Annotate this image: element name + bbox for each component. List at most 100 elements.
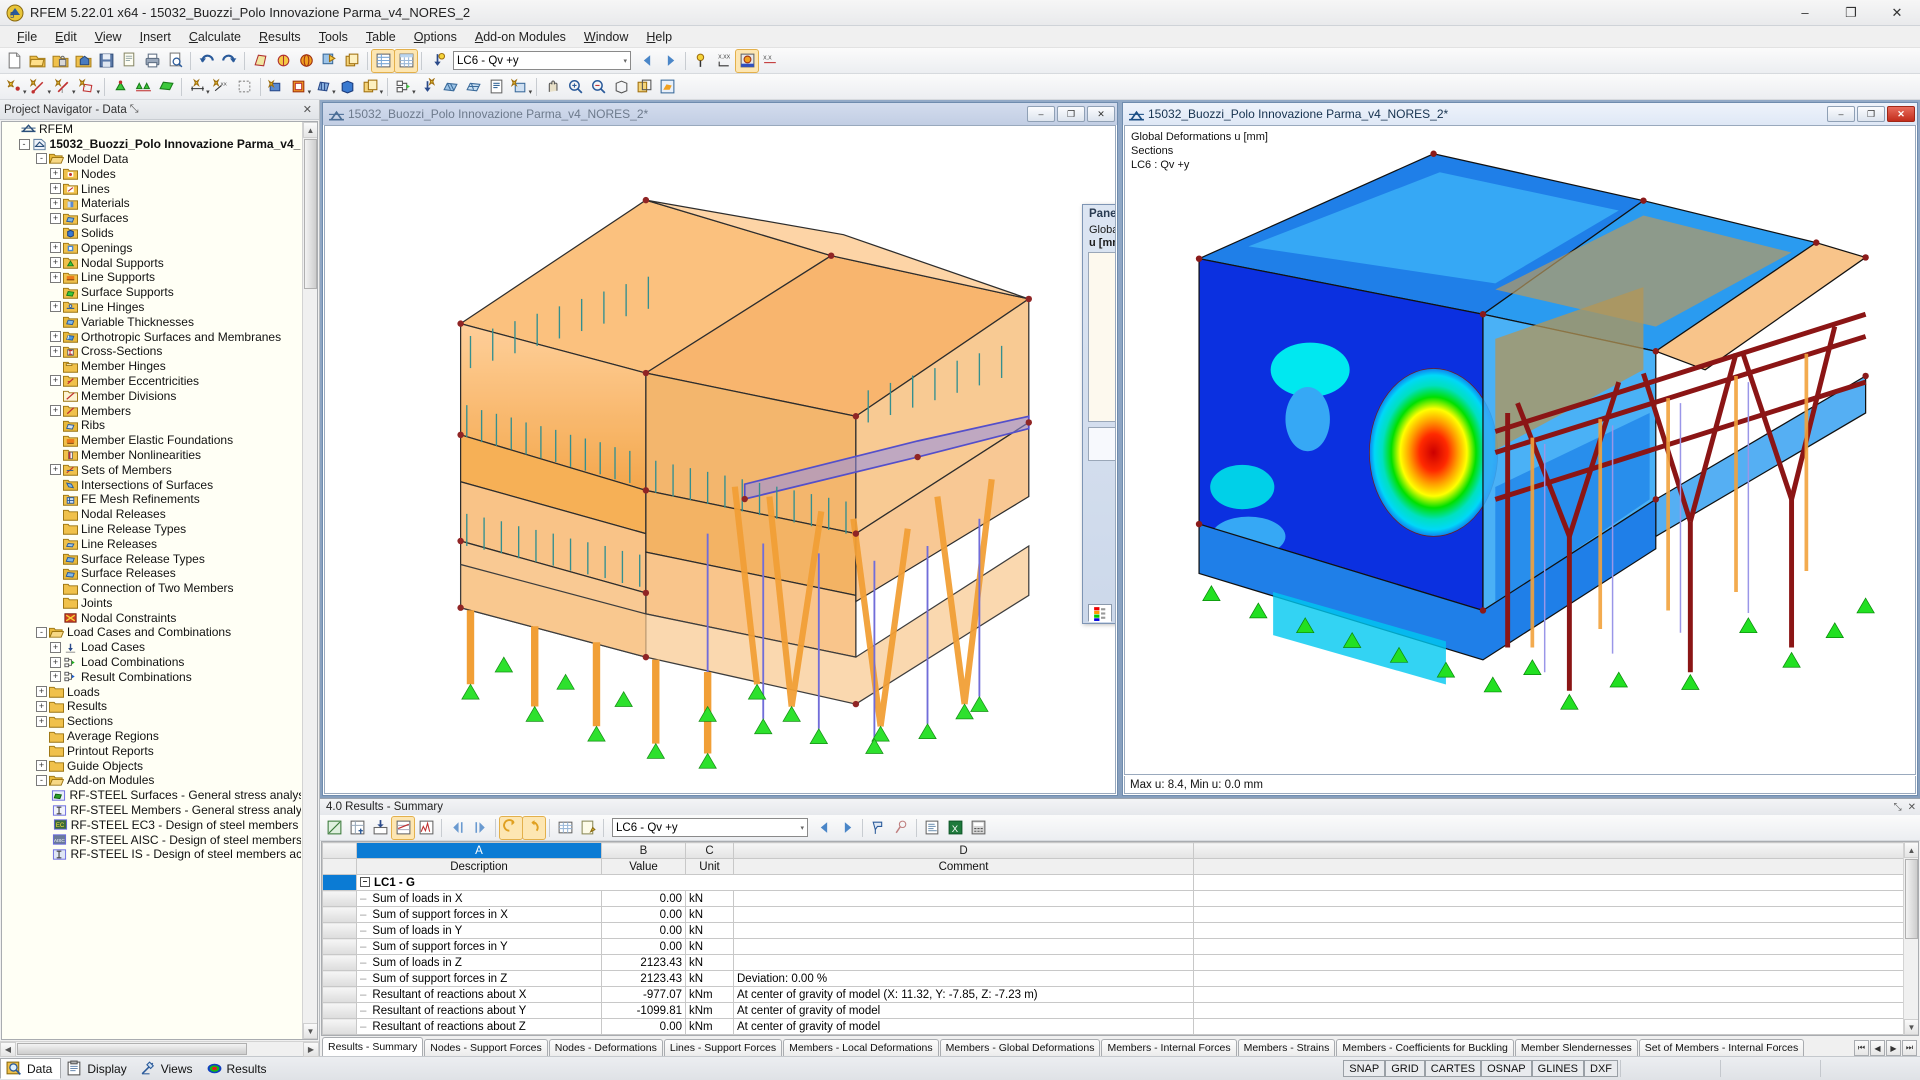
tree-item-variable-thicknesses[interactable]: Variable Thicknesses	[2, 314, 301, 329]
prev-load-case-icon[interactable]	[813, 817, 835, 839]
scroll-thumb[interactable]	[1905, 859, 1918, 939]
table-filter-icon[interactable]	[346, 817, 368, 839]
results-tab-members-coefficients-for-buckling[interactable]: Members - Coefficients for Buckling	[1336, 1039, 1514, 1056]
snap-toggle-glines[interactable]: GLINES	[1532, 1060, 1584, 1077]
tree-item-member-eccentricities[interactable]: +Member Eccentricities	[2, 374, 301, 389]
cell-value[interactable]: 0.00	[602, 891, 686, 907]
new-file-icon[interactable]	[3, 50, 25, 72]
maximize-button[interactable]: ❐	[1828, 0, 1874, 25]
tree-item-members[interactable]: +Members	[2, 403, 301, 418]
table-pick-icon[interactable]	[890, 817, 912, 839]
tree-item-member-divisions[interactable]: Member Divisions	[2, 388, 301, 403]
tree-vertical-scrollbar[interactable]: ▲ ▼	[302, 122, 317, 1039]
tree-item-orthotropic-surfaces-and-membranes[interactable]: +Orthotropic Surfaces and Membranes	[2, 329, 301, 344]
close-button[interactable]: ✕	[1874, 0, 1920, 25]
navigator-tree[interactable]: RFEM-15032_Buozzi_Polo Innovazione Parma…	[1, 121, 318, 1040]
cell-description[interactable]: –Sum of support forces in Z	[357, 971, 602, 987]
copy-view-icon[interactable]	[341, 50, 363, 72]
table-row[interactable]: –Sum of support forces in Z2123.43kNDevi…	[323, 971, 1918, 987]
tree-expander[interactable]: -	[36, 153, 47, 164]
line-support-icon[interactable]	[132, 76, 154, 98]
menu-file[interactable]: File	[8, 28, 46, 46]
model-viewport-left[interactable]: Panel ✕ Global Deformations u [mm] 8.47.…	[324, 125, 1116, 794]
status-tab-display[interactable]: Display	[61, 1058, 134, 1079]
pan-icon[interactable]	[541, 76, 563, 98]
copy-icon[interactable]	[118, 50, 140, 72]
model-window-left[interactable]: 15032_Buozzi_Polo Innovazione Parma_v4_N…	[322, 102, 1118, 796]
cell-unit[interactable]: kN	[686, 891, 734, 907]
tree-item-fe-mesh-refinements[interactable]: FE Mesh Refinements	[2, 492, 301, 507]
pin-icon[interactable]: ⤡	[1894, 802, 1902, 813]
results-tab-members-local-deformations[interactable]: Members - Local Deformations	[783, 1039, 939, 1056]
load-case-icon[interactable]	[426, 50, 448, 72]
tree-item-surfaces[interactable]: +Surfaces	[2, 211, 301, 226]
tree-item-line-release-types[interactable]: Line Release Types	[2, 522, 301, 537]
comment-icon[interactable]: XX	[211, 76, 233, 98]
result-values-icon[interactable]: X.X	[759, 50, 781, 72]
table-select-icon[interactable]	[867, 817, 889, 839]
cell-unit[interactable]: kN	[686, 939, 734, 955]
cell-comment[interactable]	[734, 955, 1194, 971]
surface-support-icon[interactable]	[155, 76, 177, 98]
column-header-a[interactable]: A	[357, 843, 602, 859]
cell-value[interactable]: -1099.81	[602, 1003, 686, 1019]
calculate-icon[interactable]	[417, 76, 439, 98]
results-tab-set-of-members-internal-forces[interactable]: Set of Members - Internal Forces	[1639, 1039, 1804, 1056]
print-preview-icon[interactable]	[164, 50, 186, 72]
tree-expander[interactable]: +	[50, 213, 61, 224]
table-row[interactable]: –Sum of loads in Y0.00kN	[323, 923, 1918, 939]
tree-item-rf-steel-aisc-design-of-steel-members-ac[interactable]: AISCRF-STEEL AISC - Design of steel memb…	[2, 832, 301, 847]
surface-load-icon[interactable]	[312, 76, 334, 98]
table-row[interactable]: –Resultant of reactions about Z0.00kNmAt…	[323, 1019, 1918, 1035]
tree-item-rfem[interactable]: RFEM	[2, 122, 301, 137]
undo-table-icon[interactable]	[500, 817, 522, 839]
tree-expander[interactable]: +	[50, 242, 61, 253]
results-tab-lines-support-forces[interactable]: Lines - Support Forces	[664, 1039, 782, 1056]
results-tab-members-strains[interactable]: Members - Strains	[1238, 1039, 1336, 1056]
tree-item-rf-steel-is-design-of-steel-members-acco[interactable]: RF-STEEL IS - Design of steel members ac…	[2, 847, 301, 862]
restore-button[interactable]: ❐	[1057, 106, 1085, 122]
cell-unit[interactable]: kN	[686, 907, 734, 923]
tree-item-printout-reports[interactable]: Printout Reports	[2, 743, 301, 758]
tree-item-surface-releases[interactable]: Surface Releases	[2, 566, 301, 581]
tree-item-rf-steel-ec3-design-of-steel-members-acc[interactable]: ECRF-STEEL EC3 - Design of steel members…	[2, 817, 301, 832]
tree-item-openings[interactable]: +Openings	[2, 240, 301, 255]
render-icon[interactable]	[295, 50, 317, 72]
table-row[interactable]: –Resultant of reactions about Y-1099.81k…	[323, 1003, 1918, 1019]
new-node-icon[interactable]	[3, 76, 25, 98]
results-grid[interactable]: ABCDDescriptionValueUnitComment–LC1 - G–…	[321, 841, 1919, 1036]
load-case-selector[interactable]: LC6 - Qv +y ▾	[453, 51, 631, 70]
open-file-icon[interactable]	[26, 50, 48, 72]
table-settings-icon[interactable]	[323, 817, 345, 839]
table-import-icon[interactable]	[369, 817, 391, 839]
table-row[interactable]: –Sum of loads in X0.00kN	[323, 891, 1918, 907]
table-grid-toggle-icon[interactable]	[554, 817, 576, 839]
tree-item-member-hinges[interactable]: Member Hinges	[2, 359, 301, 374]
tab-nav-button-3[interactable]: ⏭	[1902, 1040, 1917, 1056]
results-tab-strip[interactable]: Results - SummaryNodes - Support ForcesN…	[320, 1036, 1920, 1056]
close-button[interactable]: ✕	[1087, 106, 1115, 122]
tree-item-materials[interactable]: +Materials	[2, 196, 301, 211]
results-tab-nodes-support-forces[interactable]: Nodes - Support Forces	[424, 1039, 547, 1056]
menu-options[interactable]: Options	[405, 28, 466, 46]
scroll-thumb[interactable]	[304, 139, 317, 289]
results-tab-nodes-deformations[interactable]: Nodes - Deformations	[549, 1039, 663, 1056]
zoom-all-icon[interactable]	[610, 76, 632, 98]
scroll-left-arrow[interactable]: ◀	[0, 1042, 16, 1057]
results-tab-members-global-deformations[interactable]: Members - Global Deformations	[940, 1039, 1101, 1056]
cell-unit[interactable]: kN	[686, 971, 734, 987]
tree-item-guide-objects[interactable]: +Guide Objects	[2, 758, 301, 773]
menu-edit[interactable]: Edit	[46, 28, 86, 46]
tree-expander[interactable]: +	[36, 686, 47, 697]
cell-value[interactable]: 0.00	[602, 939, 686, 955]
panel-tab-colors[interactable]	[1088, 604, 1112, 622]
tree-expander[interactable]: +	[36, 760, 47, 771]
row-header[interactable]	[323, 987, 357, 1003]
tree-expander[interactable]: +	[50, 642, 61, 653]
tree-expander[interactable]: +	[50, 671, 61, 682]
tree-item-rf-steel-members-general-stress-analysis[interactable]: RF-STEEL Members - General stress analys…	[2, 803, 301, 818]
snap-toggle-group[interactable]: SNAPGRIDCARTESOSNAPGLINESDXF	[1343, 1060, 1620, 1077]
tree-item-load-cases[interactable]: +Load Cases	[2, 640, 301, 655]
next-case-icon[interactable]	[659, 50, 681, 72]
collapse-icon[interactable]: –	[360, 877, 370, 887]
